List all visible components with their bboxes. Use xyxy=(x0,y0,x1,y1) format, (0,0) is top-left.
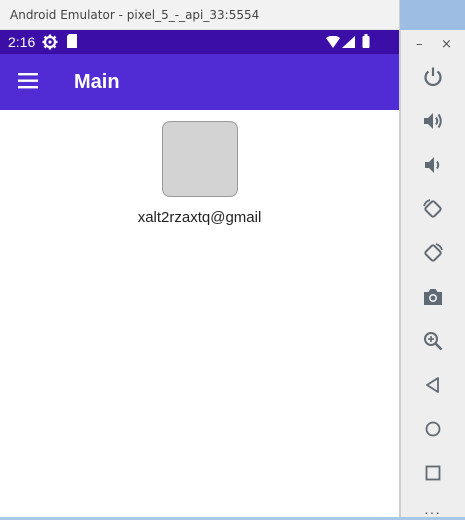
more-options-button[interactable]: ··· xyxy=(424,504,441,520)
cellular-signal-icon xyxy=(342,35,355,53)
desktop-background xyxy=(398,0,465,30)
app-bar: Main xyxy=(0,54,399,110)
rotate-left-icon[interactable] xyxy=(415,191,451,227)
main-content: xalt2rzaxtq@gmail xyxy=(0,110,399,517)
window-title: Android Emulator - pixel_5_-_api_33:5554 xyxy=(10,8,260,22)
volume-down-icon[interactable] xyxy=(415,147,451,183)
emulator-toolbar: – × ··· xyxy=(400,30,465,520)
overview-icon[interactable] xyxy=(415,455,451,491)
minimize-button[interactable]: – xyxy=(416,37,423,52)
wifi-icon xyxy=(326,35,340,53)
rotate-right-icon[interactable] xyxy=(415,235,451,271)
sd-card-icon xyxy=(66,34,78,53)
camera-icon[interactable] xyxy=(415,279,451,315)
battery-icon xyxy=(362,34,370,53)
volume-up-icon[interactable] xyxy=(415,103,451,139)
status-bar: 2:16 xyxy=(0,30,399,54)
window-title-bar[interactable]: Android Emulator - pixel_5_-_api_33:5554 xyxy=(0,0,399,30)
emulator-window: Android Emulator - pixel_5_-_api_33:5554… xyxy=(0,0,400,517)
hamburger-menu-icon[interactable] xyxy=(8,62,50,102)
home-icon[interactable] xyxy=(415,411,451,447)
back-icon[interactable] xyxy=(415,367,451,403)
power-icon[interactable] xyxy=(415,59,451,95)
zoom-icon[interactable] xyxy=(415,323,451,359)
page-title: Main xyxy=(74,71,120,93)
status-time: 2:16 xyxy=(8,34,36,50)
user-email: xalt2rzaxtq@gmail xyxy=(137,209,262,226)
close-button[interactable]: × xyxy=(441,37,452,52)
device-screen: 2:16 Main xalt2rzaxtq@gmail xyxy=(0,30,399,517)
settings-icon xyxy=(42,34,58,55)
avatar[interactable] xyxy=(162,121,238,197)
